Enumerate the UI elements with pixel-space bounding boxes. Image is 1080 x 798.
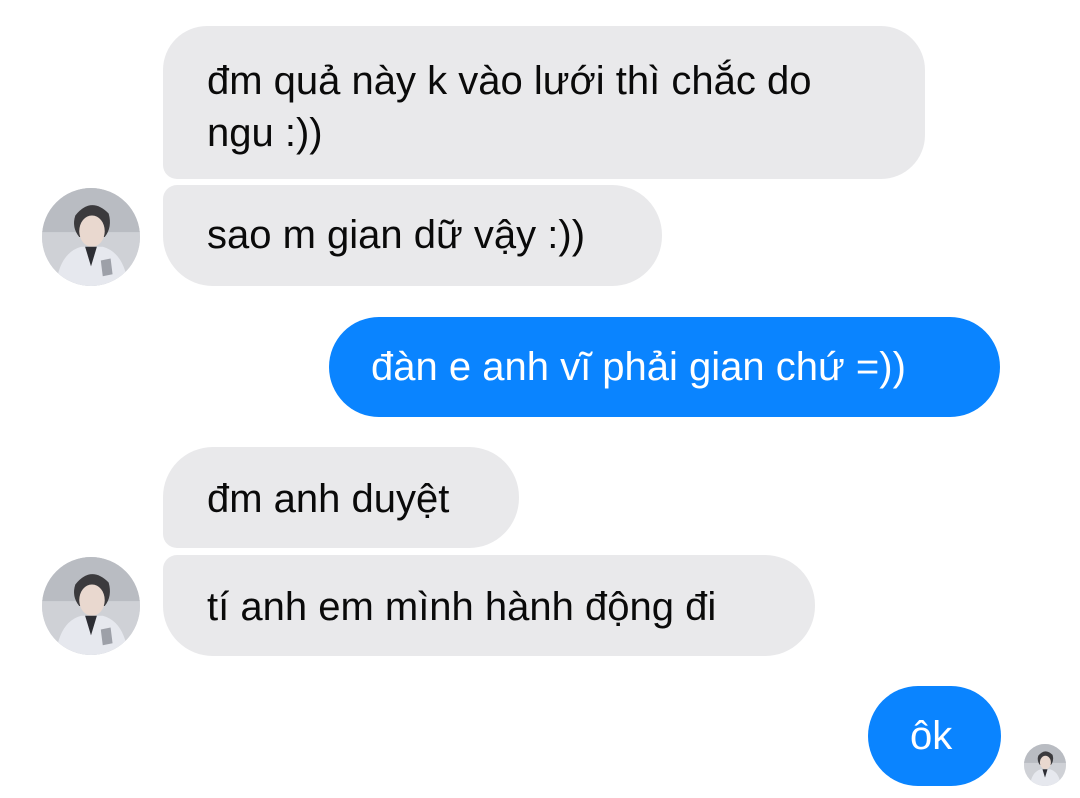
chat-thread: đm quả này k vào lưới thì chắc do ngu :)… <box>0 0 1080 798</box>
message-bubble-incoming[interactable]: đm anh duyệt <box>163 447 519 548</box>
message-bubble-incoming[interactable]: sao m gian dữ vậy :)) <box>163 185 662 286</box>
message-bubble-incoming[interactable]: đm quả này k vào lưới thì chắc do ngu :)… <box>163 26 925 179</box>
message-bubble-outgoing[interactable]: ôk <box>868 686 1001 786</box>
read-receipt-avatar-icon <box>1024 744 1066 786</box>
sender-avatar[interactable] <box>42 188 140 286</box>
message-bubble-outgoing[interactable]: đàn e anh vĩ phải gian chứ =)) <box>329 317 1000 417</box>
sender-avatar[interactable] <box>42 557 140 655</box>
seen-indicator-avatar <box>1024 744 1066 786</box>
person-avatar-icon <box>42 557 140 655</box>
person-avatar-icon <box>42 188 140 286</box>
message-bubble-incoming[interactable]: tí anh em mình hành động đi <box>163 555 815 656</box>
